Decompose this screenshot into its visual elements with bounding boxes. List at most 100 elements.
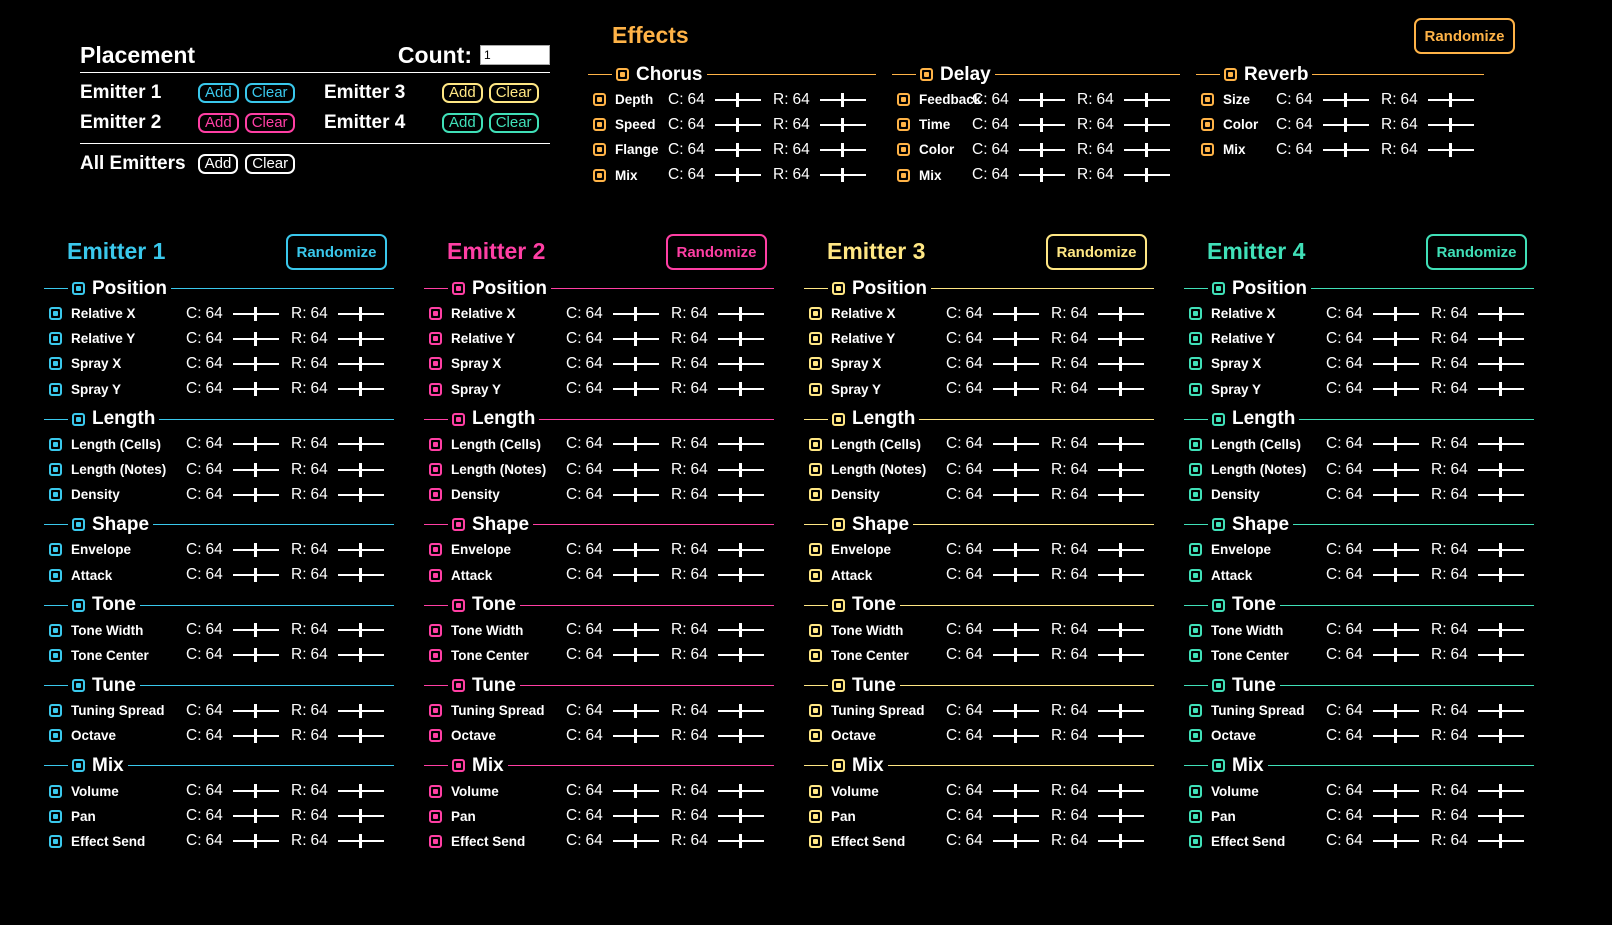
- emitter-3-relative-x-checkbox[interactable]: [809, 307, 822, 321]
- emitter-1-spray-x-center-slider[interactable]: [232, 356, 279, 371]
- emitter-3-volume-center-slider[interactable]: [992, 784, 1039, 799]
- emitter-2-tone-width-range-slider[interactable]: [717, 623, 764, 638]
- emitter-4-volume-range-slider[interactable]: [1477, 784, 1524, 799]
- emitter-2-relative-y-center-slider[interactable]: [612, 331, 659, 346]
- emitter-1-mix-toggle-checkbox[interactable]: [72, 759, 85, 773]
- emitter-4-relative-x-center-slider[interactable]: [1372, 306, 1419, 321]
- effect-chorus-speed-range-slider[interactable]: [819, 117, 866, 132]
- emitter-3-clear-button[interactable]: Clear: [488, 83, 539, 103]
- emitter-1-envelope-range-slider[interactable]: [337, 542, 384, 557]
- effect-chorus-mix-checkbox[interactable]: [593, 168, 606, 182]
- effect-chorus-depth-center-slider[interactable]: [714, 92, 761, 107]
- emitter-4-envelope-center-slider[interactable]: [1372, 542, 1419, 557]
- emitter-4-spray-y-range-slider[interactable]: [1477, 382, 1524, 397]
- emitter-1-volume-center-slider[interactable]: [232, 784, 279, 799]
- effect-delay-feedback-center-slider[interactable]: [1018, 92, 1065, 107]
- emitter-3-volume-checkbox[interactable]: [809, 784, 822, 798]
- effect-delay-mix-checkbox[interactable]: [897, 168, 910, 182]
- emitter-3-spray-y-range-slider[interactable]: [1097, 382, 1144, 397]
- emitter-2-randomize-button[interactable]: Randomize: [666, 234, 767, 270]
- emitter-4-randomize-button[interactable]: Randomize: [1426, 234, 1527, 270]
- effect-delay-feedback-checkbox[interactable]: [897, 93, 910, 107]
- emitter-2-volume-checkbox[interactable]: [429, 784, 442, 798]
- emitter-1-spray-x-range-slider[interactable]: [337, 356, 384, 371]
- effect-reverb-mix-range-slider[interactable]: [1427, 142, 1474, 157]
- emitter-2-tone-width-center-slider[interactable]: [612, 623, 659, 638]
- emitter-2-attack-center-slider[interactable]: [612, 568, 659, 583]
- effect-chorus-flange-range-slider[interactable]: [819, 142, 866, 157]
- emitter-2-clear-button[interactable]: Clear: [244, 113, 295, 133]
- emitter-3-relative-x-range-slider[interactable]: [1097, 306, 1144, 321]
- emitter-2-shape-toggle-checkbox[interactable]: [452, 518, 465, 532]
- emitter-3-density-center-slider[interactable]: [992, 487, 1039, 502]
- emitter-3-envelope-checkbox[interactable]: [809, 543, 822, 557]
- emitter-1-tuning-spread-range-slider[interactable]: [337, 703, 384, 718]
- effect-reverb-color-range-slider[interactable]: [1427, 117, 1474, 132]
- emitter-2-pan-checkbox[interactable]: [429, 809, 442, 823]
- emitter-3-randomize-button[interactable]: Randomize: [1046, 234, 1147, 270]
- emitter-1-relative-x-checkbox[interactable]: [49, 307, 62, 321]
- emitter-4-volume-checkbox[interactable]: [1189, 784, 1202, 798]
- effect-delay-toggle-checkbox[interactable]: [920, 68, 933, 81]
- effect-delay-time-range-slider[interactable]: [1123, 117, 1170, 132]
- all-emitters-clear-button[interactable]: Clear: [245, 154, 296, 174]
- emitter-1-relative-y-range-slider[interactable]: [337, 331, 384, 346]
- emitter-3-effect-send-checkbox[interactable]: [809, 834, 822, 848]
- effect-delay-mix-range-slider[interactable]: [1123, 168, 1170, 183]
- effect-reverb-size-center-slider[interactable]: [1322, 92, 1369, 107]
- emitter-2-envelope-center-slider[interactable]: [612, 542, 659, 557]
- emitter-3-tone-width-range-slider[interactable]: [1097, 623, 1144, 638]
- emitter-4-volume-center-slider[interactable]: [1372, 784, 1419, 799]
- emitter-3-tone-width-center-slider[interactable]: [992, 623, 1039, 638]
- emitter-2-tuning-spread-range-slider[interactable]: [717, 703, 764, 718]
- effect-delay-time-center-slider[interactable]: [1018, 117, 1065, 132]
- effect-delay-mix-center-slider[interactable]: [1018, 168, 1065, 183]
- emitter-3-octave-center-slider[interactable]: [992, 728, 1039, 743]
- emitter-1-tone-width-range-slider[interactable]: [337, 623, 384, 638]
- emitter-3-effect-send-center-slider[interactable]: [992, 834, 1039, 849]
- emitter-3-length-notes-range-slider[interactable]: [1097, 462, 1144, 477]
- effect-delay-color-center-slider[interactable]: [1018, 142, 1065, 157]
- emitter-1-effect-send-range-slider[interactable]: [337, 834, 384, 849]
- emitter-1-envelope-checkbox[interactable]: [49, 543, 62, 557]
- emitter-2-spray-y-center-slider[interactable]: [612, 382, 659, 397]
- emitter-2-tone-center-checkbox[interactable]: [429, 648, 442, 662]
- emitter-3-attack-center-slider[interactable]: [992, 568, 1039, 583]
- emitter-2-pan-range-slider[interactable]: [717, 809, 764, 824]
- emitter-4-length-notes-range-slider[interactable]: [1477, 462, 1524, 477]
- effect-reverb-color-center-slider[interactable]: [1322, 117, 1369, 132]
- emitter-1-tune-toggle-checkbox[interactable]: [72, 679, 85, 693]
- emitter-3-pan-center-slider[interactable]: [992, 809, 1039, 824]
- emitter-4-length-toggle-checkbox[interactable]: [1212, 412, 1225, 426]
- emitter-2-add-button[interactable]: Add: [198, 113, 239, 133]
- emitter-1-tone-center-checkbox[interactable]: [49, 648, 62, 662]
- emitter-2-envelope-range-slider[interactable]: [717, 542, 764, 557]
- emitter-4-relative-y-center-slider[interactable]: [1372, 331, 1419, 346]
- emitter-2-relative-x-center-slider[interactable]: [612, 306, 659, 321]
- emitter-1-spray-y-center-slider[interactable]: [232, 382, 279, 397]
- emitter-2-tone-center-range-slider[interactable]: [717, 648, 764, 663]
- emitter-2-length-cells-checkbox[interactable]: [429, 437, 442, 451]
- emitter-4-length-cells-center-slider[interactable]: [1372, 437, 1419, 452]
- emitter-2-tone-toggle-checkbox[interactable]: [452, 598, 465, 612]
- emitter-1-relative-y-checkbox[interactable]: [49, 332, 62, 346]
- emitter-4-clear-button[interactable]: Clear: [488, 113, 539, 133]
- emitter-4-spray-y-center-slider[interactable]: [1372, 382, 1419, 397]
- emitter-4-envelope-checkbox[interactable]: [1189, 543, 1202, 557]
- emitter-1-tone-center-range-slider[interactable]: [337, 648, 384, 663]
- effect-chorus-toggle-checkbox[interactable]: [616, 68, 629, 81]
- effect-chorus-mix-range-slider[interactable]: [819, 168, 866, 183]
- emitter-4-octave-center-slider[interactable]: [1372, 728, 1419, 743]
- emitter-2-octave-checkbox[interactable]: [429, 729, 442, 743]
- emitter-1-volume-checkbox[interactable]: [49, 784, 62, 798]
- emitter-3-shape-toggle-checkbox[interactable]: [832, 518, 845, 532]
- emitter-4-spray-x-center-slider[interactable]: [1372, 356, 1419, 371]
- emitter-1-length-cells-range-slider[interactable]: [337, 437, 384, 452]
- emitter-4-octave-range-slider[interactable]: [1477, 728, 1524, 743]
- emitter-2-relative-y-checkbox[interactable]: [429, 332, 442, 346]
- emitter-2-tone-center-center-slider[interactable]: [612, 648, 659, 663]
- effect-chorus-mix-center-slider[interactable]: [714, 168, 761, 183]
- emitter-2-volume-center-slider[interactable]: [612, 784, 659, 799]
- emitter-4-effect-send-checkbox[interactable]: [1189, 834, 1202, 848]
- emitter-2-spray-y-checkbox[interactable]: [429, 382, 442, 396]
